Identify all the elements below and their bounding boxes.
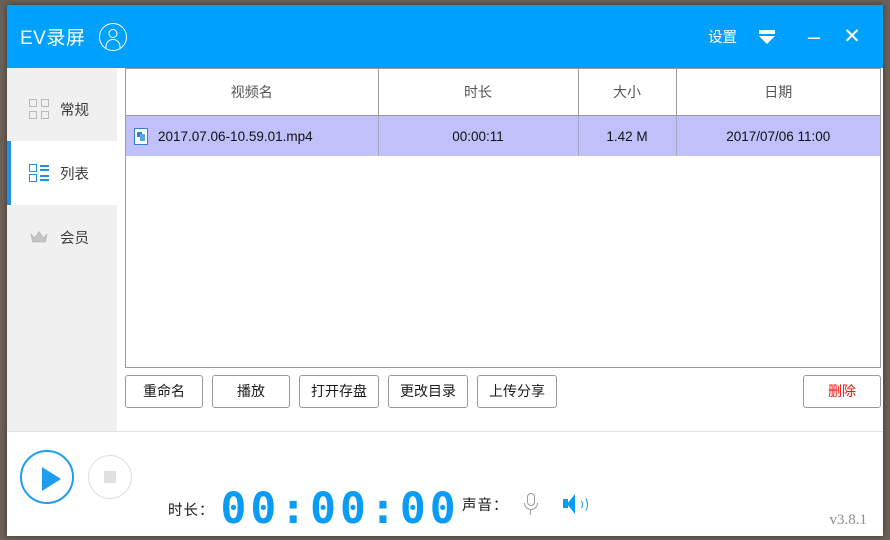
duration-value: 00:00:00 bbox=[221, 488, 460, 531]
application-window: EV录屏 设置 – ✕ 常规 列表 bbox=[7, 5, 883, 536]
crown-icon bbox=[29, 227, 49, 247]
speaker-icon[interactable] bbox=[563, 493, 589, 515]
file-name-label: 2017.07.06-10.59.01.mp4 bbox=[158, 129, 313, 144]
body-area: 常规 列表 会员 bbox=[7, 68, 883, 431]
cell-date: 2017/07/06 11:00 bbox=[676, 116, 880, 157]
open-folder-button[interactable]: 打开存盘 bbox=[299, 375, 379, 408]
sidebar-item-general[interactable]: 常规 bbox=[7, 77, 117, 141]
grid-icon bbox=[29, 99, 49, 119]
table-row[interactable]: 2017.07.06-10.59.01.mp4 00:00:11 1.42 M … bbox=[126, 116, 880, 157]
title-bar: EV录屏 设置 – ✕ bbox=[7, 5, 883, 68]
chevron-down-icon[interactable] bbox=[757, 28, 777, 46]
play-record-icon[interactable] bbox=[20, 450, 74, 504]
duration-label: 时长： bbox=[168, 499, 215, 520]
column-header-size[interactable]: 大小 bbox=[578, 69, 676, 116]
microphone-icon[interactable] bbox=[521, 492, 541, 516]
list-icon bbox=[29, 163, 49, 183]
title-bar-actions: 设置 – ✕ bbox=[702, 22, 869, 51]
transport-controls bbox=[20, 450, 132, 504]
stop-icon[interactable] bbox=[88, 455, 132, 499]
file-list-panel: 视频名 时长 大小 日期 2017.07.06-10.59.01.mp4 bbox=[125, 68, 881, 368]
cell-name[interactable]: 2017.07.06-10.59.01.mp4 bbox=[126, 116, 378, 157]
sidebar: 常规 列表 会员 bbox=[7, 68, 117, 431]
version-label: v3.8.1 bbox=[830, 512, 868, 529]
duration-group: 时长： 00:00:00 bbox=[168, 488, 460, 531]
action-button-bar: 重命名 播放 打开存盘 更改目录 上传分享 删除 bbox=[125, 374, 881, 408]
cell-duration: 00:00:11 bbox=[378, 116, 578, 157]
sidebar-item-member[interactable]: 会员 bbox=[7, 205, 117, 269]
sidebar-item-list[interactable]: 列表 bbox=[7, 141, 117, 205]
settings-button[interactable]: 设置 bbox=[702, 22, 743, 51]
sidebar-item-label: 会员 bbox=[60, 227, 89, 248]
brand-group: EV录屏 bbox=[20, 23, 127, 51]
play-button[interactable]: 播放 bbox=[212, 375, 290, 408]
column-header-date[interactable]: 日期 bbox=[676, 69, 880, 116]
column-header-name[interactable]: 视频名 bbox=[126, 69, 378, 116]
app-title: EV录屏 bbox=[20, 23, 85, 50]
sound-label: 声音： bbox=[462, 494, 509, 515]
file-table: 视频名 时长 大小 日期 2017.07.06-10.59.01.mp4 bbox=[126, 69, 880, 156]
cell-size: 1.42 M bbox=[578, 116, 676, 157]
minimize-button[interactable]: – bbox=[797, 26, 831, 48]
upload-share-button[interactable]: 上传分享 bbox=[477, 375, 557, 408]
sidebar-item-label: 列表 bbox=[60, 163, 89, 184]
account-icon[interactable] bbox=[99, 23, 127, 51]
change-directory-button[interactable]: 更改目录 bbox=[388, 375, 468, 408]
table-header-row: 视频名 时长 大小 日期 bbox=[126, 69, 880, 116]
footer-bar: 时长： 00:00:00 声音： v3.8.1 bbox=[7, 431, 883, 536]
sound-group: 声音： bbox=[462, 492, 589, 516]
column-header-duration[interactable]: 时长 bbox=[378, 69, 578, 116]
sidebar-item-label: 常规 bbox=[60, 99, 89, 120]
close-button[interactable]: ✕ bbox=[835, 26, 869, 47]
delete-button[interactable]: 删除 bbox=[803, 375, 881, 408]
video-file-icon bbox=[134, 128, 148, 145]
rename-button[interactable]: 重命名 bbox=[125, 375, 203, 408]
